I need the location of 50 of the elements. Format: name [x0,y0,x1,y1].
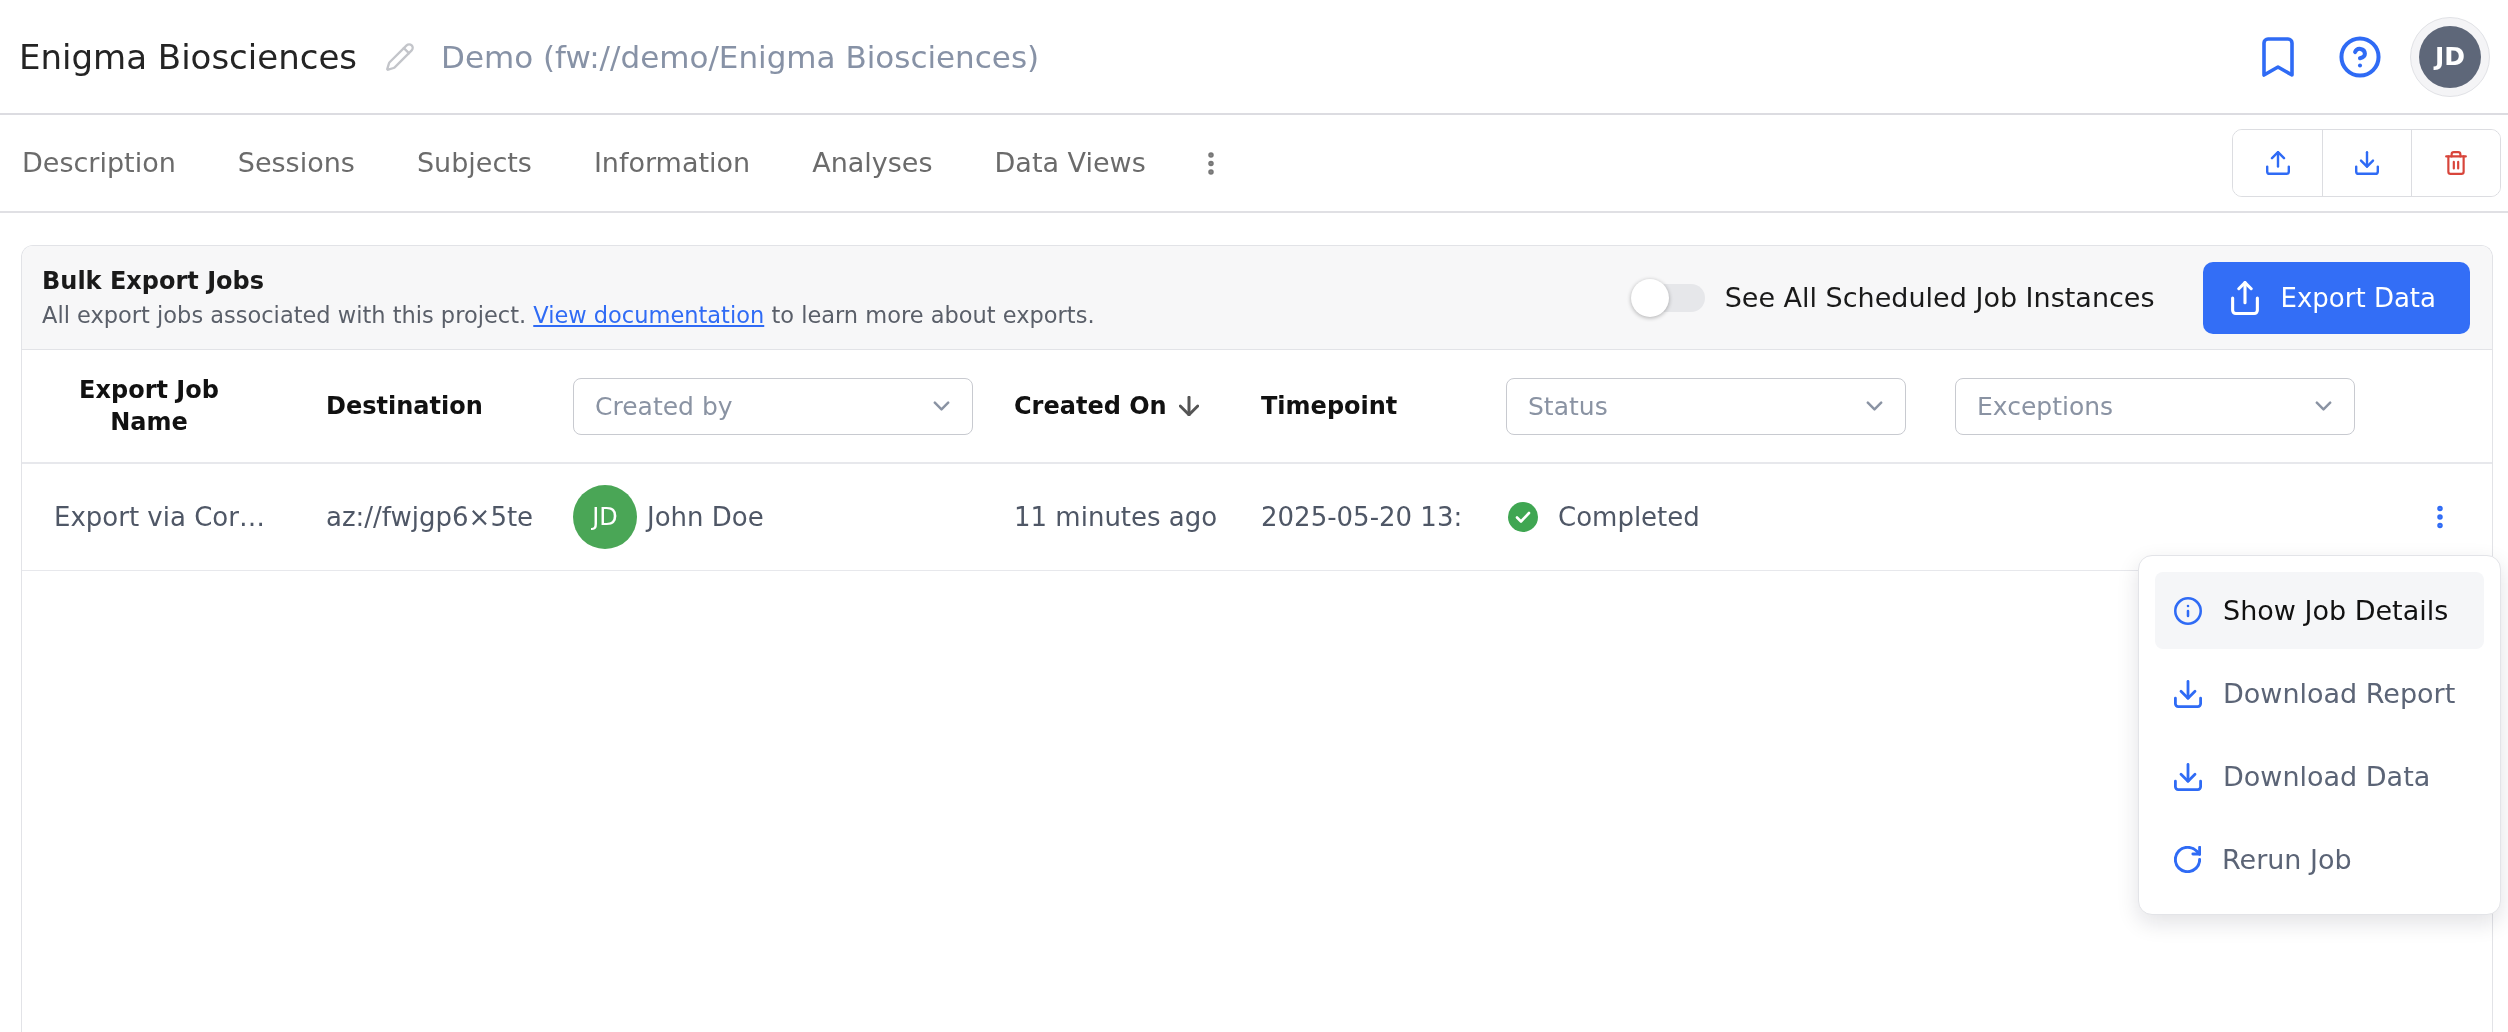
user-name: John Doe [647,501,764,534]
filter-dropdown[interactable]: Status [1506,377,1906,435]
chevron-down-icon [933,401,950,411]
tab[interactable]: Analyses [812,141,933,185]
user-avatar[interactable]: JD [2410,16,2490,97]
table-cell-text: 11 minutes ago [1014,501,1218,534]
chevron-down-icon [1866,401,1883,411]
menu-item[interactable]: Download Data [2155,738,2484,815]
export-data-button[interactable]: Export Data [2202,261,2470,334]
toggle-label: See All Scheduled Job Instances [1724,280,2155,315]
info-icon [2174,596,2202,625]
panel-description: All export jobs associated with this project. View documentation to learn more about exports. [42,300,1095,330]
user-avatar: JD [573,485,637,549]
bookmark-icon[interactable] [2262,36,2294,77]
filter-dropdown[interactable]: Created by [573,377,973,435]
delete-button[interactable] [2411,130,2500,196]
column-header: Timepoint [1261,391,1398,422]
more-vertical-icon[interactable] [1207,151,1214,175]
project-title: Enigma Biosciences [19,35,358,78]
upload-icon [2265,151,2290,175]
menu-item[interactable]: Show Job Details [2155,572,2484,649]
tab[interactable]: Subjects [416,141,532,185]
table-cell-text: az://fwjgp6×5te [326,501,534,534]
download-icon [2174,762,2202,791]
tab[interactable]: Information [593,141,751,185]
tab[interactable]: Description [22,141,176,185]
menu-item[interactable]: Download Report [2155,655,2484,732]
filter-dropdown[interactable]: Exceptions [1955,377,2355,435]
check-circle-icon [1508,502,1538,532]
download-icon [2174,679,2202,708]
download-icon [2355,151,2379,175]
menu-item[interactable]: Rerun Job [2155,821,2484,898]
toggle-switch[interactable] [1630,278,1707,317]
status-text: Completed [1558,501,1700,534]
help-icon[interactable] [2339,35,2381,78]
table-cell-text: Export via Cor… [54,501,265,534]
table-cell-text: 2025-05-20 13: [1261,501,1463,534]
rotate-cw-icon [2174,846,2201,873]
project-path: Demo (fw://demo/Enigma Biosciences) [441,37,1040,77]
documentation-link[interactable]: View documentation [533,301,765,328]
tab[interactable]: Sessions [237,141,355,185]
sortable-column-header[interactable]: Created On [1014,392,1199,420]
share-icon [2230,280,2259,315]
panel-title: Bulk Export Jobs [42,265,265,296]
column-header: Destination [326,391,483,422]
chevron-down-icon [2315,401,2332,411]
trash-icon [2445,151,2467,175]
column-header: Export Job Name [78,375,220,438]
more-vertical-icon[interactable] [2437,505,2443,529]
tab[interactable]: Data Views [994,141,1146,185]
